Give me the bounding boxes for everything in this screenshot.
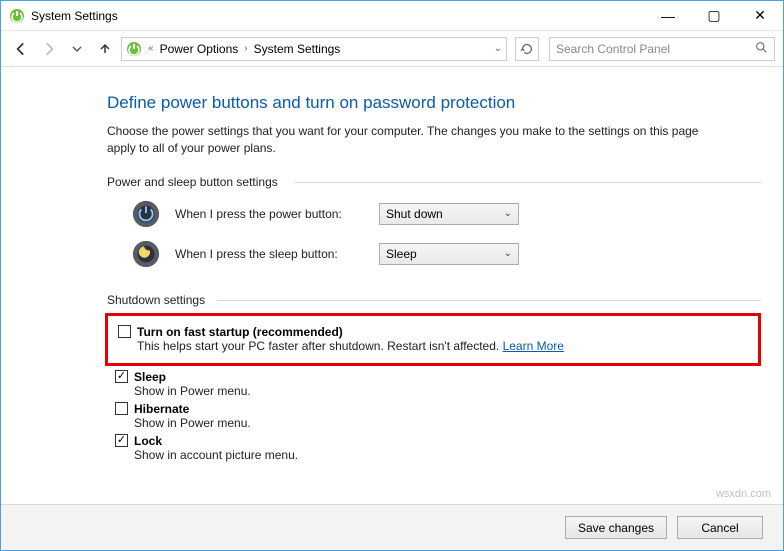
power-icon bbox=[131, 199, 161, 229]
lock-checkbox[interactable] bbox=[115, 434, 128, 447]
page-description: Choose the power settings that you want … bbox=[107, 123, 707, 157]
up-button[interactable] bbox=[93, 37, 117, 61]
dropdown-value: Shut down bbox=[386, 207, 443, 221]
chevron-down-icon[interactable]: ⌄ bbox=[494, 43, 502, 54]
power-options-icon bbox=[126, 41, 142, 57]
power-button-row: When I press the power button: Shut down… bbox=[131, 199, 761, 229]
sleep-title: Sleep bbox=[134, 370, 166, 384]
cancel-button[interactable]: Cancel bbox=[677, 516, 763, 539]
recent-locations-button[interactable] bbox=[65, 37, 89, 61]
breadcrumb-item[interactable]: System Settings bbox=[254, 42, 341, 56]
window-controls: — ▢ ✕ bbox=[645, 1, 783, 31]
highlighted-setting: Turn on fast startup (recommended) This … bbox=[105, 313, 761, 366]
chevron-down-icon: ⌄ bbox=[504, 208, 512, 219]
fast-startup-option: Turn on fast startup (recommended) This … bbox=[118, 325, 750, 353]
back-button[interactable] bbox=[9, 37, 33, 61]
search-input[interactable]: Search Control Panel bbox=[549, 37, 775, 61]
sleep-option: Sleep Show in Power menu. bbox=[115, 370, 761, 398]
hibernate-checkbox[interactable] bbox=[115, 402, 128, 415]
fast-startup-checkbox[interactable] bbox=[118, 325, 131, 338]
sleep-button-dropdown[interactable]: Sleep ⌄ bbox=[379, 243, 519, 265]
watermark: wsxdn.com bbox=[716, 488, 771, 500]
minimize-button[interactable]: — bbox=[645, 1, 691, 31]
hibernate-option: Hibernate Show in Power menu. bbox=[115, 402, 761, 430]
sleep-description: Show in Power menu. bbox=[134, 384, 761, 398]
footer: Save changes Cancel bbox=[1, 504, 783, 550]
titlebar: System Settings — ▢ ✕ bbox=[1, 1, 783, 31]
page-title: Define power buttons and turn on passwor… bbox=[107, 93, 761, 113]
chevron-down-icon: ⌄ bbox=[504, 248, 512, 259]
fast-startup-title: Turn on fast startup (recommended) bbox=[137, 325, 343, 339]
lock-option: Lock Show in account picture menu. bbox=[115, 434, 761, 462]
sleep-button-label: When I press the sleep button: bbox=[175, 247, 365, 261]
refresh-button[interactable] bbox=[515, 37, 539, 61]
group-shutdown-settings: Shutdown settings bbox=[107, 293, 761, 307]
hibernate-description: Show in Power menu. bbox=[134, 416, 761, 430]
lock-title: Lock bbox=[134, 434, 162, 448]
power-button-label: When I press the power button: bbox=[175, 207, 365, 221]
hibernate-title: Hibernate bbox=[134, 402, 189, 416]
power-button-dropdown[interactable]: Shut down ⌄ bbox=[379, 203, 519, 225]
learn-more-link[interactable]: Learn More bbox=[503, 339, 564, 353]
search-icon bbox=[755, 41, 768, 57]
forward-button[interactable] bbox=[37, 37, 61, 61]
save-button[interactable]: Save changes bbox=[565, 516, 667, 539]
maximize-button[interactable]: ▢ bbox=[691, 1, 737, 31]
breadcrumb-item[interactable]: Power Options bbox=[160, 42, 239, 56]
power-options-icon bbox=[9, 8, 25, 24]
toolbar: « Power Options › System Settings ⌄ Sear… bbox=[1, 31, 783, 67]
lock-description: Show in account picture menu. bbox=[134, 448, 761, 462]
dropdown-value: Sleep bbox=[386, 247, 417, 261]
content-area: Define power buttons and turn on passwor… bbox=[1, 67, 783, 504]
sleep-button-row: When I press the sleep button: Sleep ⌄ bbox=[131, 239, 761, 269]
search-placeholder: Search Control Panel bbox=[556, 42, 755, 56]
breadcrumb[interactable]: « Power Options › System Settings ⌄ bbox=[121, 37, 507, 61]
close-button[interactable]: ✕ bbox=[737, 1, 783, 31]
chevron-right-icon: › bbox=[244, 43, 247, 54]
sleep-checkbox[interactable] bbox=[115, 370, 128, 383]
window-title: System Settings bbox=[31, 9, 118, 23]
group-power-sleep-buttons: Power and sleep button settings bbox=[107, 175, 761, 189]
chevron-icon: « bbox=[148, 43, 154, 54]
fast-startup-description: This helps start your PC faster after sh… bbox=[137, 339, 750, 353]
sleep-icon bbox=[131, 239, 161, 269]
